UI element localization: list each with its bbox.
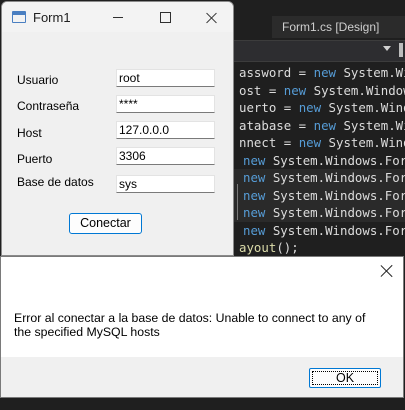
app-window-icon <box>12 11 26 23</box>
code-text: System.Wind <box>321 100 405 115</box>
puerto-input[interactable]: 3306 <box>116 147 215 165</box>
usuario-input[interactable]: root <box>116 69 215 87</box>
code-keyword: new <box>313 65 336 80</box>
code-keyword: new <box>243 222 266 238</box>
code-line: ayout(); <box>231 239 405 257</box>
code-keyword: new <box>243 152 266 168</box>
splitter-icon[interactable] <box>399 43 403 57</box>
code-text: System.Windows.For <box>265 222 405 238</box>
code-text: atabase = <box>239 117 314 133</box>
label-base-de-datos: Base de datos <box>17 175 94 189</box>
code-line: new System.Windows.For <box>231 152 405 170</box>
label-puerto: Puerto <box>17 152 53 166</box>
code-text: System.Windows.For <box>265 187 405 203</box>
close-icon[interactable] <box>380 264 394 278</box>
chevron-down-icon[interactable] <box>383 46 391 51</box>
code-text: System.Wi <box>336 117 405 133</box>
code-text: System.Window <box>306 82 405 98</box>
code-line: atabase = new System.Wi <box>231 117 405 135</box>
code-line: new System.Windows.For <box>231 222 405 240</box>
code-line: assword = new System.Wi <box>231 64 405 82</box>
editor-caret <box>237 184 238 220</box>
code-text: System.Wi <box>336 65 405 80</box>
code-keyword: new <box>298 135 322 150</box>
code-line: nnect = new System.Wind <box>231 134 405 152</box>
dialog-footer: OK <box>1 357 403 397</box>
code-function: ayout <box>239 240 277 255</box>
contrasena-input[interactable]: **** <box>116 95 215 113</box>
close-button[interactable] <box>188 2 233 32</box>
minimize-button[interactable] <box>95 2 141 32</box>
code-keyword: new <box>283 82 307 98</box>
code-line: uerto = new System.Wind <box>231 99 405 117</box>
code-text: assword = <box>239 65 314 80</box>
code-keyword: new <box>298 100 322 115</box>
code-keyword: new <box>243 170 266 185</box>
form1-window: Form1 Usuario root Contraseña **** Host … <box>1 1 234 256</box>
code-text: ost = <box>239 82 284 98</box>
error-dialog: Error al conectar a la base de datos: Un… <box>0 256 404 398</box>
title-bar[interactable]: Form1 <box>2 2 233 32</box>
code-editor[interactable]: assword = new System.Wi ost = new System.… <box>231 64 405 259</box>
maximize-icon <box>159 11 171 23</box>
close-icon <box>206 12 217 23</box>
ide-navigation-bar[interactable] <box>234 40 405 62</box>
code-line: ost = new System.Window <box>231 82 405 100</box>
code-keyword: new <box>243 205 266 220</box>
maximize-button[interactable] <box>142 2 188 32</box>
minimize-icon <box>113 16 123 18</box>
error-message: Error al conectar a la base de datos: Un… <box>14 311 366 339</box>
code-text: System.Windows.For <box>265 152 405 168</box>
conectar-button[interactable]: Conectar <box>69 213 142 234</box>
label-usuario: Usuario <box>17 73 59 87</box>
code-text: System.Windows.For <box>265 170 405 185</box>
label-contrasena: Contraseña <box>17 99 80 113</box>
code-line: new System.Windows.For <box>231 186 405 204</box>
host-input[interactable]: 127.0.0.0 <box>116 121 215 139</box>
code-text: System.Wind <box>321 135 405 150</box>
base-de-datos-input[interactable]: sys <box>116 175 215 193</box>
code-text: nnect = <box>239 135 299 150</box>
code-line: new System.Windows.For <box>231 169 405 187</box>
code-text: uerto = <box>239 100 299 115</box>
code-keyword: new <box>243 187 266 203</box>
ide-tab-form1-design[interactable]: Form1.cs [Design] <box>272 16 405 38</box>
window-title: Form1 <box>33 10 71 25</box>
ok-button[interactable]: OK <box>309 368 381 388</box>
code-line: new System.Windows.For <box>231 204 405 222</box>
code-text: (); <box>276 240 299 255</box>
code-text: System.Windows.For <box>265 205 405 220</box>
label-host: Host <box>17 126 42 140</box>
code-keyword: new <box>313 117 336 133</box>
